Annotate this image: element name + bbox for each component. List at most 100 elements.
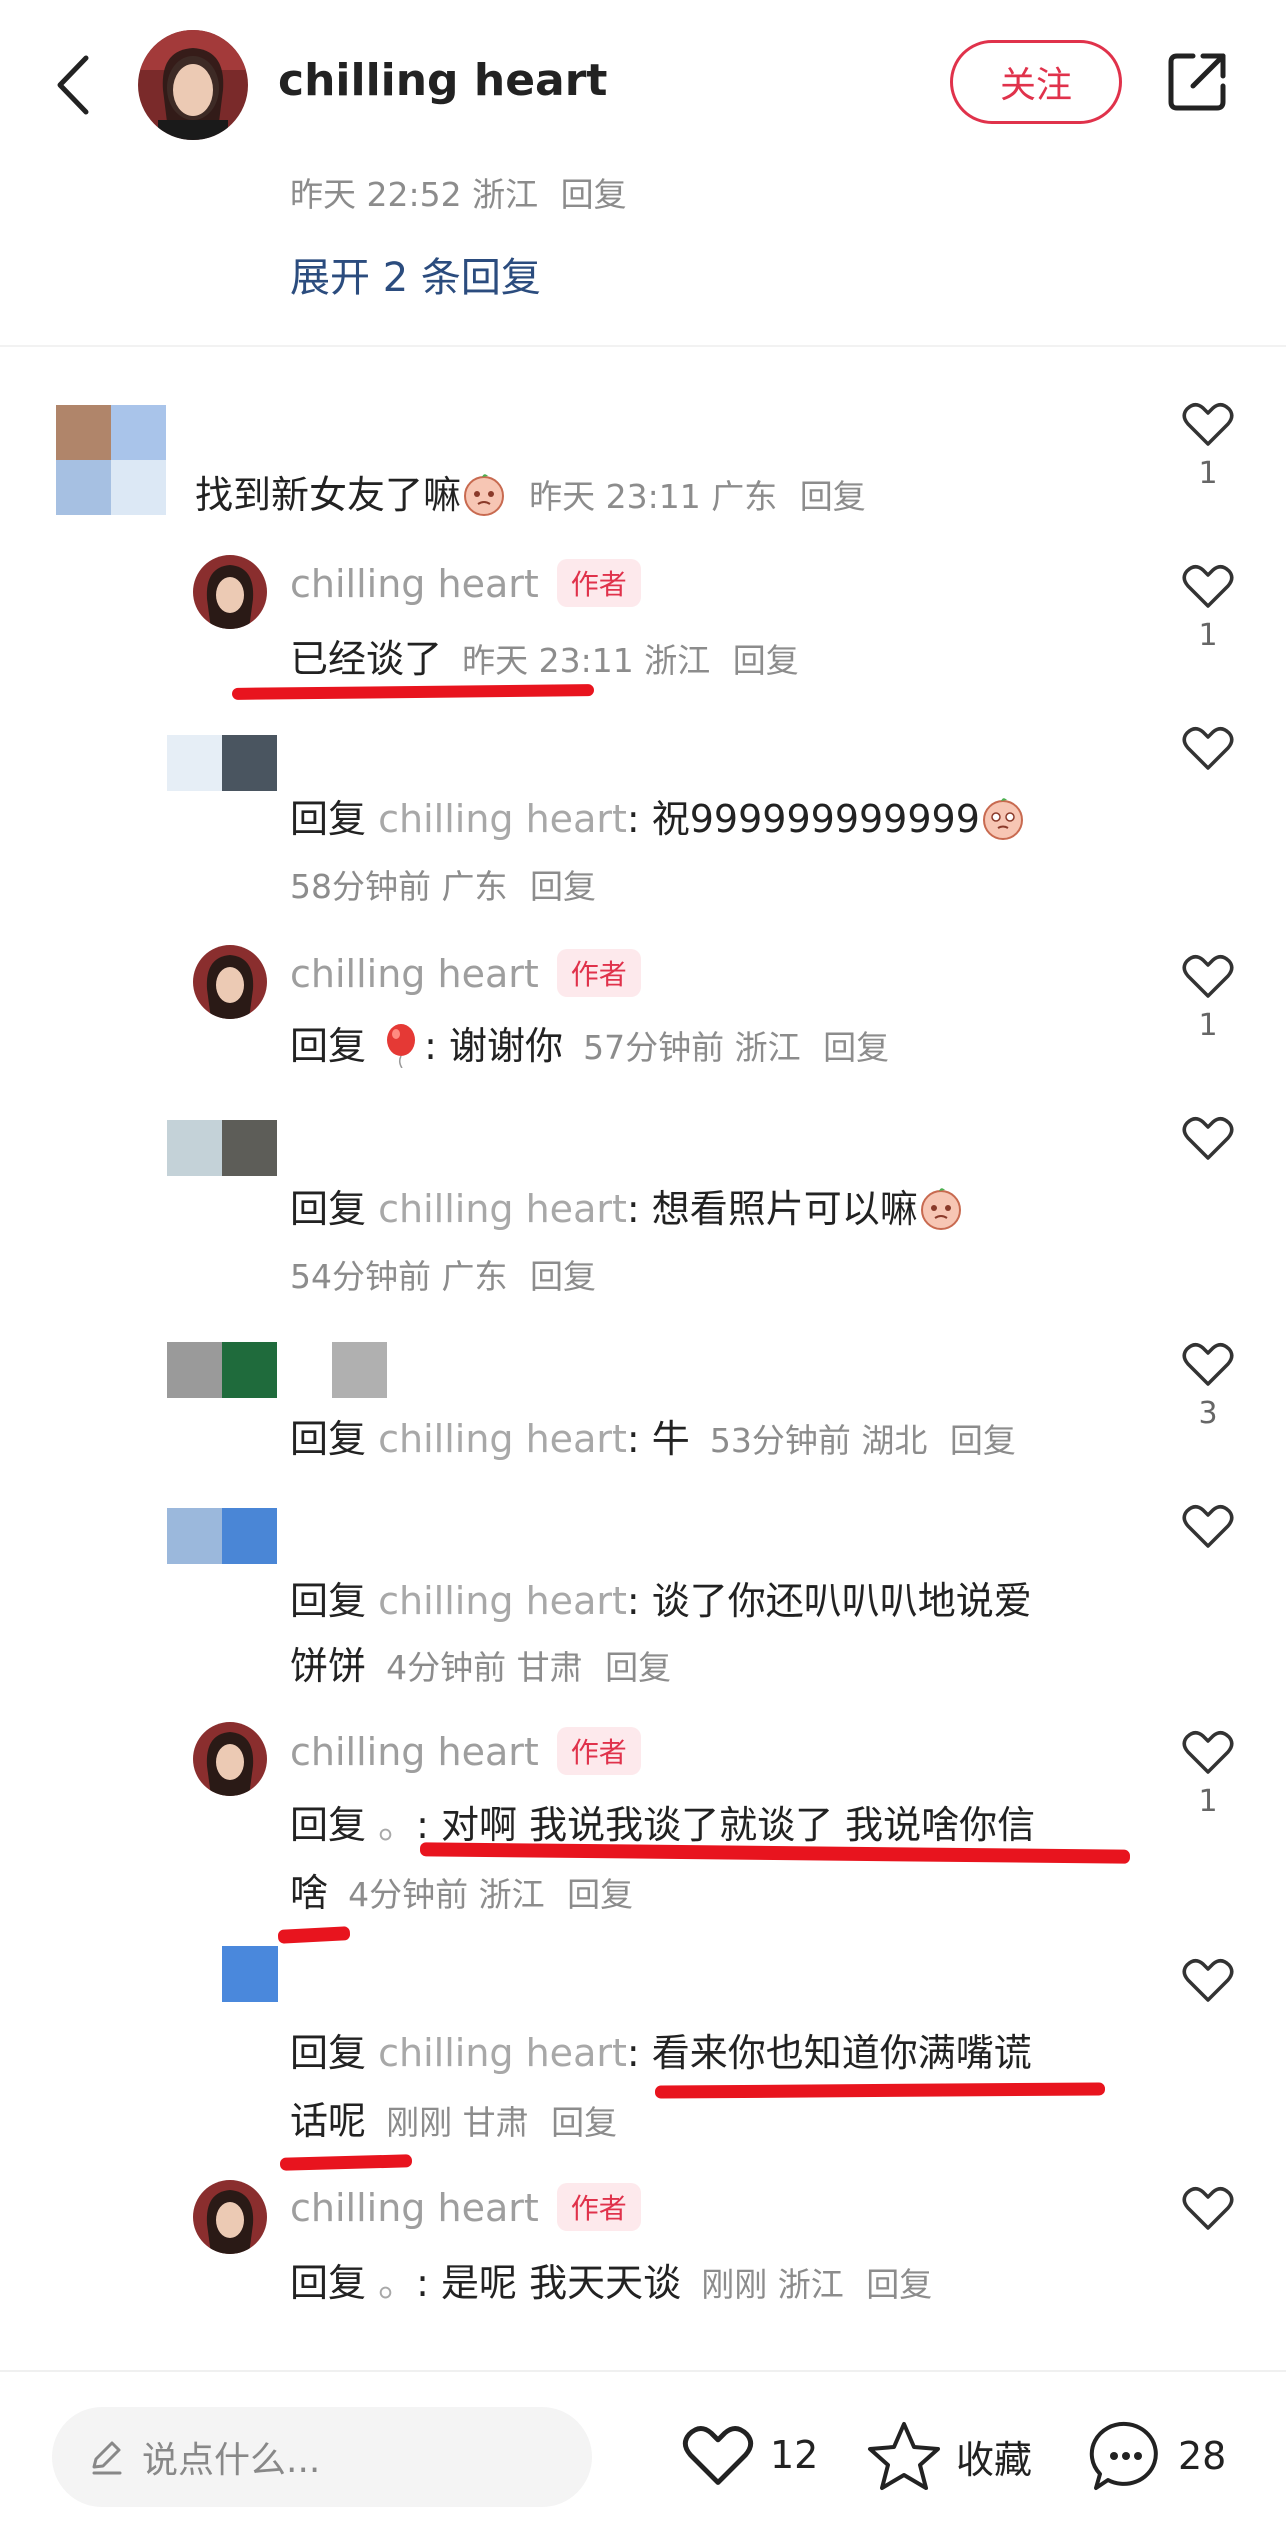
favorite-button[interactable]: 收藏 bbox=[866, 2420, 1032, 2492]
author-avatar[interactable] bbox=[193, 555, 267, 629]
reply-link[interactable]: 回复 bbox=[567, 1875, 633, 1914]
like-count bbox=[1178, 1558, 1238, 1594]
reply-target-name[interactable]: chilling heart bbox=[378, 1187, 627, 1231]
author-badge: 作者 bbox=[556, 948, 641, 997]
reply-target-name[interactable]: chilling heart bbox=[378, 1417, 627, 1461]
like-button[interactable]: 3 bbox=[1178, 1340, 1238, 1432]
red-underline bbox=[279, 2154, 413, 2171]
reply-target-name[interactable]: 。 bbox=[378, 1803, 416, 1847]
heart-icon bbox=[682, 2426, 754, 2485]
like-count bbox=[1178, 1170, 1238, 1206]
like-button[interactable] bbox=[1178, 724, 1238, 816]
comments-button[interactable]: 28 bbox=[1088, 2418, 1226, 2494]
like-button[interactable]: 1 bbox=[1178, 952, 1238, 1044]
reply-target-name[interactable]: 。 bbox=[378, 2261, 416, 2305]
like-count bbox=[1178, 2012, 1238, 2048]
pleading-emoji-icon bbox=[918, 1185, 964, 1231]
author-avatar[interactable] bbox=[193, 945, 267, 1019]
reply-link[interactable]: 回复 bbox=[823, 1028, 889, 1067]
share-icon bbox=[1168, 53, 1226, 111]
like-button[interactable]: 1 bbox=[1178, 1728, 1238, 1820]
share-button[interactable] bbox=[1163, 48, 1231, 116]
pencil-icon bbox=[92, 2441, 122, 2475]
like-count: 1 bbox=[1198, 1008, 1218, 1043]
author-name[interactable]: chilling heart bbox=[290, 2186, 539, 2230]
heart-icon bbox=[1182, 1959, 1234, 2002]
comment-text: : 祝999999999999 bbox=[626, 797, 980, 841]
comment-meta: 54分钟前 广东 回复 bbox=[290, 1257, 596, 1296]
comment-text: : 对啊 我说我谈了就谈了 我说啥你信 bbox=[416, 1803, 1036, 1847]
comment-item: 回复 chilling heart: 牛 53分钟前 湖北 回复 bbox=[290, 1417, 1016, 1461]
reply-link[interactable]: 回复 bbox=[733, 641, 799, 680]
expand-replies-link[interactable]: 展开 2 条回复 bbox=[290, 245, 541, 303]
commenter-avatar[interactable] bbox=[167, 1342, 387, 1398]
red-underline bbox=[277, 1926, 351, 1944]
like-button[interactable]: 1 bbox=[1178, 562, 1238, 654]
comment-text: : 谢谢你 bbox=[424, 1024, 563, 1068]
comment-text: : 想看照片可以嘛 bbox=[626, 1187, 918, 1231]
reply-link[interactable]: 回复 bbox=[561, 175, 627, 214]
reply-link[interactable]: 回复 bbox=[800, 477, 866, 516]
reply-target-name[interactable]: chilling heart bbox=[378, 2031, 627, 2075]
post-like-count: 12 bbox=[770, 2433, 819, 2477]
author-avatar[interactable] bbox=[138, 30, 248, 140]
bottom-action-bar: 说点什么... 12 收藏 28 bbox=[0, 2370, 1286, 2536]
comment-text: 找到新女友了嘛 bbox=[195, 473, 462, 517]
divider bbox=[0, 345, 1286, 347]
like-count: 1 bbox=[1198, 618, 1218, 653]
comment-placeholder: 说点什么... bbox=[142, 2440, 321, 2481]
reply-link[interactable]: 回复 bbox=[530, 867, 596, 906]
comment-text: : 是呢 我天天谈 bbox=[416, 2261, 682, 2305]
pleading-emoji-icon bbox=[980, 795, 1026, 841]
author-name[interactable]: chilling heart bbox=[290, 562, 539, 606]
like-count bbox=[1178, 2240, 1238, 2276]
reply-link[interactable]: 回复 bbox=[551, 2103, 617, 2142]
comment-item-continued: 话呢 刚刚 甘肃 回复 bbox=[290, 2099, 618, 2143]
reply-target-name[interactable]: chilling heart bbox=[378, 797, 627, 841]
red-balloon-icon[interactable] bbox=[378, 1022, 424, 1068]
star-icon bbox=[868, 2422, 940, 2490]
like-post-button[interactable]: 12 bbox=[680, 2422, 818, 2488]
like-button[interactable]: 1 bbox=[1178, 400, 1238, 492]
commenter-avatar[interactable] bbox=[167, 735, 277, 791]
heart-icon bbox=[1182, 955, 1234, 998]
author-avatar[interactable] bbox=[193, 1722, 267, 1796]
comment-text: : 谈了你还叭叭叭地说爱 bbox=[626, 1579, 1032, 1623]
reply-link[interactable]: 回复 bbox=[950, 1421, 1016, 1460]
like-button[interactable] bbox=[1178, 1502, 1238, 1594]
commenter-avatar[interactable] bbox=[167, 1508, 277, 1564]
heart-icon bbox=[1182, 565, 1234, 608]
page-title: chilling heart bbox=[278, 55, 608, 106]
comment-meta: 昨天 22:52 浙江 回复 bbox=[290, 175, 627, 214]
commenter-avatar[interactable] bbox=[167, 1120, 277, 1176]
favorite-label: 收藏 bbox=[956, 2437, 1033, 2482]
reply-link[interactable]: 回复 bbox=[530, 1257, 596, 1296]
red-underline bbox=[654, 2082, 1106, 2099]
follow-button[interactable]: 关注 bbox=[950, 40, 1122, 124]
commenter-avatar[interactable] bbox=[222, 1946, 278, 2002]
like-count: 3 bbox=[1198, 1396, 1218, 1431]
comment-item: 已经谈了 昨天 23:11 浙江 回复 bbox=[290, 637, 799, 681]
reply-link[interactable]: 回复 bbox=[605, 1648, 671, 1687]
reply-link[interactable]: 回复 bbox=[866, 2265, 932, 2304]
author-name[interactable]: chilling heart bbox=[290, 1730, 539, 1774]
author-badge: 作者 bbox=[556, 2182, 641, 2231]
heart-icon bbox=[1182, 1343, 1234, 1386]
author-name[interactable]: chilling heart bbox=[290, 952, 539, 996]
reply-target-name[interactable]: chilling heart bbox=[378, 1579, 627, 1623]
author-badge: 作者 bbox=[556, 1726, 641, 1775]
author-avatar[interactable] bbox=[193, 2180, 267, 2254]
like-button[interactable] bbox=[1178, 1114, 1238, 1206]
comment-item: 回复 chilling heart: 想看照片可以嘛 bbox=[290, 1178, 964, 1235]
commenter-avatar[interactable] bbox=[56, 405, 166, 515]
comment-item: 回复 : 谢谢你 57分钟前 浙江 回复 bbox=[290, 1015, 889, 1072]
comment-input[interactable]: 说点什么... bbox=[52, 2407, 592, 2507]
author-badge: 作者 bbox=[556, 558, 641, 607]
comment-text: 已经谈了 bbox=[290, 637, 443, 681]
comment-item: 回复 。: 对啊 我说我谈了就谈了 我说啥你信 bbox=[290, 1803, 1036, 1847]
back-button[interactable] bbox=[50, 50, 100, 120]
like-button[interactable] bbox=[1178, 1956, 1238, 2048]
comment-text: : 看来你也知道你满嘴谎 bbox=[626, 2031, 1032, 2075]
like-button[interactable] bbox=[1178, 2184, 1238, 2276]
comment-text: : 牛 bbox=[626, 1417, 690, 1461]
